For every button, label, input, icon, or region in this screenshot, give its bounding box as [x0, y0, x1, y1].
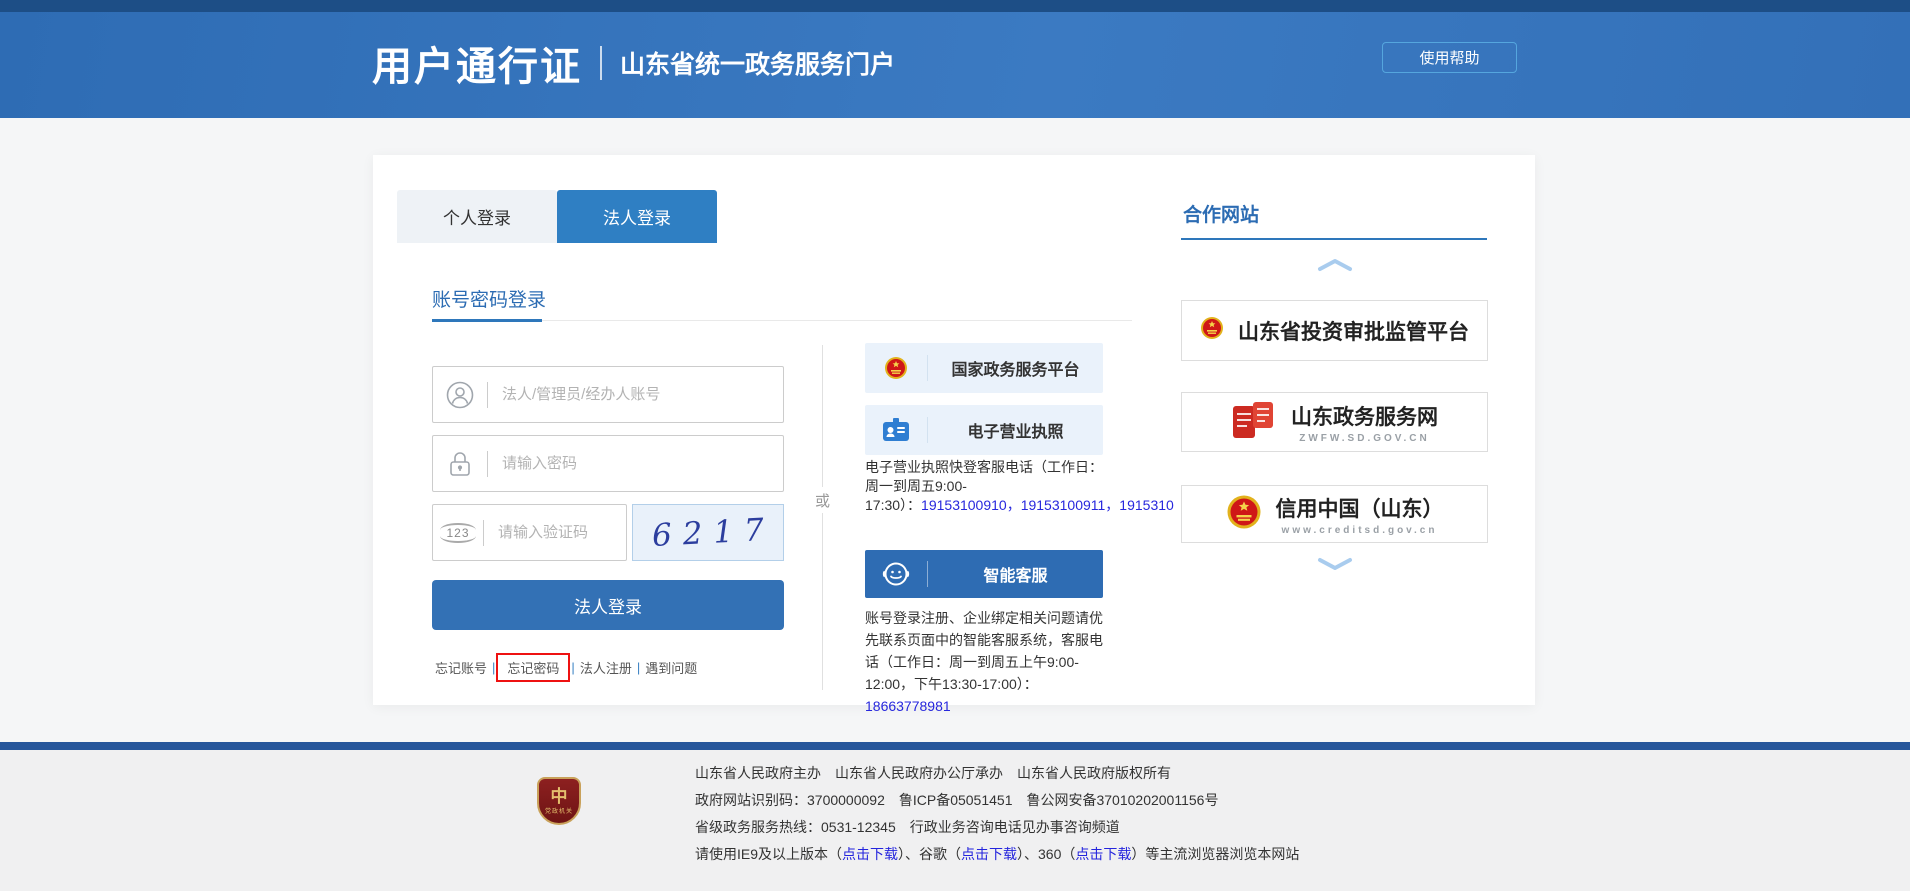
header: 用户通行证 山东省统一政务服务门户 使用帮助	[0, 0, 1910, 118]
header-top-strip	[0, 0, 1910, 12]
download-360-link[interactable]: 点击下载	[1075, 846, 1131, 862]
account-icon	[433, 380, 487, 410]
partners-underline	[1181, 238, 1487, 240]
robot-icon	[865, 559, 927, 589]
gov-badge-icon: 中 党政机关	[537, 777, 581, 825]
legal-register-link[interactable]: 法人注册	[575, 658, 637, 677]
partner-site-name: 信用中国（山东）	[1276, 493, 1444, 523]
tab-personal-login[interactable]: 个人登录	[397, 190, 557, 243]
note-line-3: 17:30）：19153100910，19153100911，1915310	[865, 496, 1174, 515]
or-label: 或	[807, 487, 838, 513]
helper-links: 忘记账号 | 忘记密码 | 法人注册 | 遇到问题	[430, 653, 702, 682]
partner-site-name: 山东省投资审批监管平台	[1238, 316, 1469, 346]
legal-login-button[interactable]: 法人登录	[432, 580, 784, 630]
forgot-password-highlight: 忘记密码	[496, 653, 570, 682]
smart-service-label: 智能客服	[928, 562, 1103, 586]
lock-icon	[433, 449, 487, 479]
note-line-1: 电子营业执照快登客服电话（工作日：	[865, 458, 1174, 477]
captcha-code: 6217	[641, 511, 776, 554]
partner-site-investment-platform[interactable]: 山东省投资审批监管平台	[1181, 300, 1488, 361]
seal-logo-icon	[1231, 400, 1277, 445]
national-gov-platform-label: 国家政务服务平台	[928, 356, 1103, 380]
license-card-icon	[865, 417, 927, 443]
login-tabs: 个人登录 法人登录	[397, 190, 717, 243]
national-gov-platform-button[interactable]: 国家政务服务平台	[865, 343, 1103, 393]
e-business-license-label: 电子营业执照	[928, 418, 1103, 442]
footer-text: 山东省人民政府主办 山东省人民政府办公厅承办 山东省人民政府版权所有 政府网站识…	[695, 760, 1299, 868]
page-subtitle: 山东省统一政务服务门户	[620, 45, 895, 81]
forgot-account-link[interactable]: 忘记账号	[430, 658, 492, 677]
e-business-license-button[interactable]: 电子营业执照	[865, 405, 1103, 455]
login-page: 用户通行证 山东省统一政务服务门户 使用帮助 个人登录 法人登录 账号密码登录	[0, 0, 1910, 891]
chevron-down-icon[interactable]	[1317, 557, 1353, 576]
login-card: 个人登录 法人登录 账号密码登录	[373, 155, 1535, 705]
e-license-phone-numbers: 19153100910，19153100911，1915310	[921, 497, 1174, 513]
problems-link[interactable]: 遇到问题	[640, 658, 702, 677]
download-ie-link[interactable]: 点击下载	[842, 846, 898, 862]
note-line-2: 周一到周五9:00-	[865, 477, 1174, 496]
national-emblem-icon	[1200, 316, 1224, 345]
link-separator: |	[492, 660, 495, 675]
e-license-service-note: 电子营业执照快登客服电话（工作日： 周一到周五9:00- 17:30）：1915…	[865, 458, 1174, 515]
footer-line-2: 政府网站识别码：3700000092 鲁ICP备05051451 鲁公网安备37…	[695, 787, 1299, 814]
captcha-input[interactable]	[484, 524, 626, 541]
account-input-row	[432, 366, 784, 423]
password-input-row	[432, 435, 784, 492]
footer-line-1: 山东省人民政府主办 山东省人民政府办公厅承办 山东省人民政府版权所有	[695, 760, 1299, 787]
vertical-divider	[822, 345, 823, 690]
forgot-password-link[interactable]: 忘记密码	[502, 661, 564, 676]
smart-service-phone: 18663778981	[865, 698, 951, 714]
method-active-underline	[432, 319, 542, 322]
download-chrome-link[interactable]: 点击下载	[961, 846, 1017, 862]
password-input[interactable]	[488, 455, 783, 472]
partner-site-name: 山东政务服务网	[1291, 401, 1438, 431]
brand-divider	[600, 46, 602, 80]
tab-legal-login[interactable]: 法人登录	[557, 190, 717, 243]
captcha-123-icon: 123	[433, 523, 483, 543]
partner-site-zwfw[interactable]: 山东政务服务网 ZWFW.SD.GOV.CN	[1181, 392, 1488, 452]
brand: 用户通行证 山东省统一政务服务门户	[372, 34, 895, 92]
credit-emblem-icon	[1226, 494, 1262, 535]
method-divider	[432, 320, 1132, 321]
national-emblem-icon	[865, 356, 927, 380]
footer: 中 党政机关 山东省人民政府主办 山东省人民政府办公厅承办 山东省人民政府版权所…	[0, 750, 1910, 891]
captcha-image[interactable]: 6217	[632, 504, 784, 561]
partner-site-url: ZWFW.SD.GOV.CN	[1299, 433, 1430, 444]
tab-account-password-login[interactable]: 账号密码登录	[432, 285, 546, 312]
footer-accent-bar	[0, 742, 1910, 750]
footer-line-3: 省级政务服务热线：0531-12345 行政业务咨询电话见办事咨询频道	[695, 814, 1299, 841]
partners-title: 合作网站	[1183, 200, 1259, 227]
smart-service-button[interactable]: 智能客服	[865, 550, 1103, 598]
help-button[interactable]: 使用帮助	[1382, 42, 1517, 73]
account-input[interactable]	[488, 386, 783, 403]
login-form: 123 6217	[432, 366, 784, 573]
footer-line-4: 请使用IE9及以上版本（点击下载）、谷歌（点击下载）、360（点击下载）等主流浏…	[695, 841, 1299, 868]
page-title: 用户通行证	[372, 34, 582, 92]
captcha-input-row: 123	[432, 504, 627, 561]
smart-service-note: 账号登录注册、企业绑定相关问题请优先联系页面中的智能客服系统，客服电话（工作日：…	[865, 607, 1113, 717]
partner-site-url: www.creditsd.gov.cn	[1282, 525, 1438, 536]
partner-site-credit-china[interactable]: 信用中国（山东） www.creditsd.gov.cn	[1181, 485, 1488, 543]
chevron-up-icon[interactable]	[1317, 258, 1353, 277]
